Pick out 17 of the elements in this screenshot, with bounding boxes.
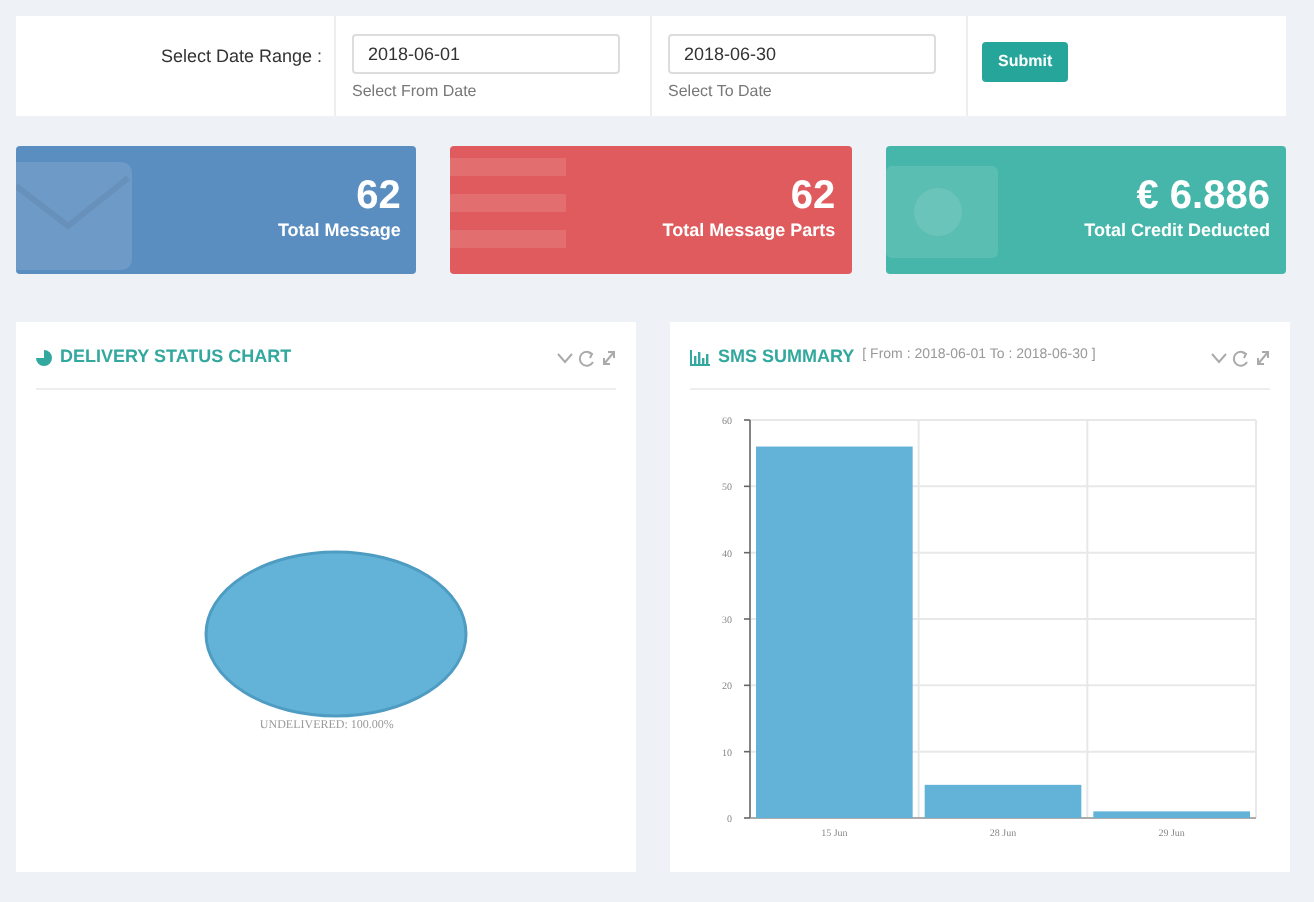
stat-label: Total Message Parts xyxy=(662,218,836,245)
stat-value: 62 xyxy=(790,174,836,219)
panel-tools-icon[interactable] xyxy=(1210,347,1270,367)
stat-label: Total Message xyxy=(277,218,401,245)
field-hint: Select To Date xyxy=(668,80,774,104)
panel-title: SMS SUMMARY xyxy=(718,343,855,370)
stat-label: Total Credit Deducted xyxy=(1084,218,1270,245)
panel-title: DELIVERY STATUS CHART xyxy=(60,343,292,370)
field-hint: Select From Date xyxy=(352,80,479,104)
stat-value: € 6.886 xyxy=(1136,174,1270,219)
bar-chart-icon xyxy=(690,349,710,365)
to-date-field[interactable]: 2018-06-30 xyxy=(668,34,936,74)
panel-tools-icon[interactable] xyxy=(556,347,616,367)
stat-value: 62 xyxy=(356,174,401,219)
from-date-field[interactable]: 2018-06-01 xyxy=(352,34,620,74)
pie-chart-icon xyxy=(36,349,52,365)
date-range-label: Select Date Range : xyxy=(160,44,322,70)
